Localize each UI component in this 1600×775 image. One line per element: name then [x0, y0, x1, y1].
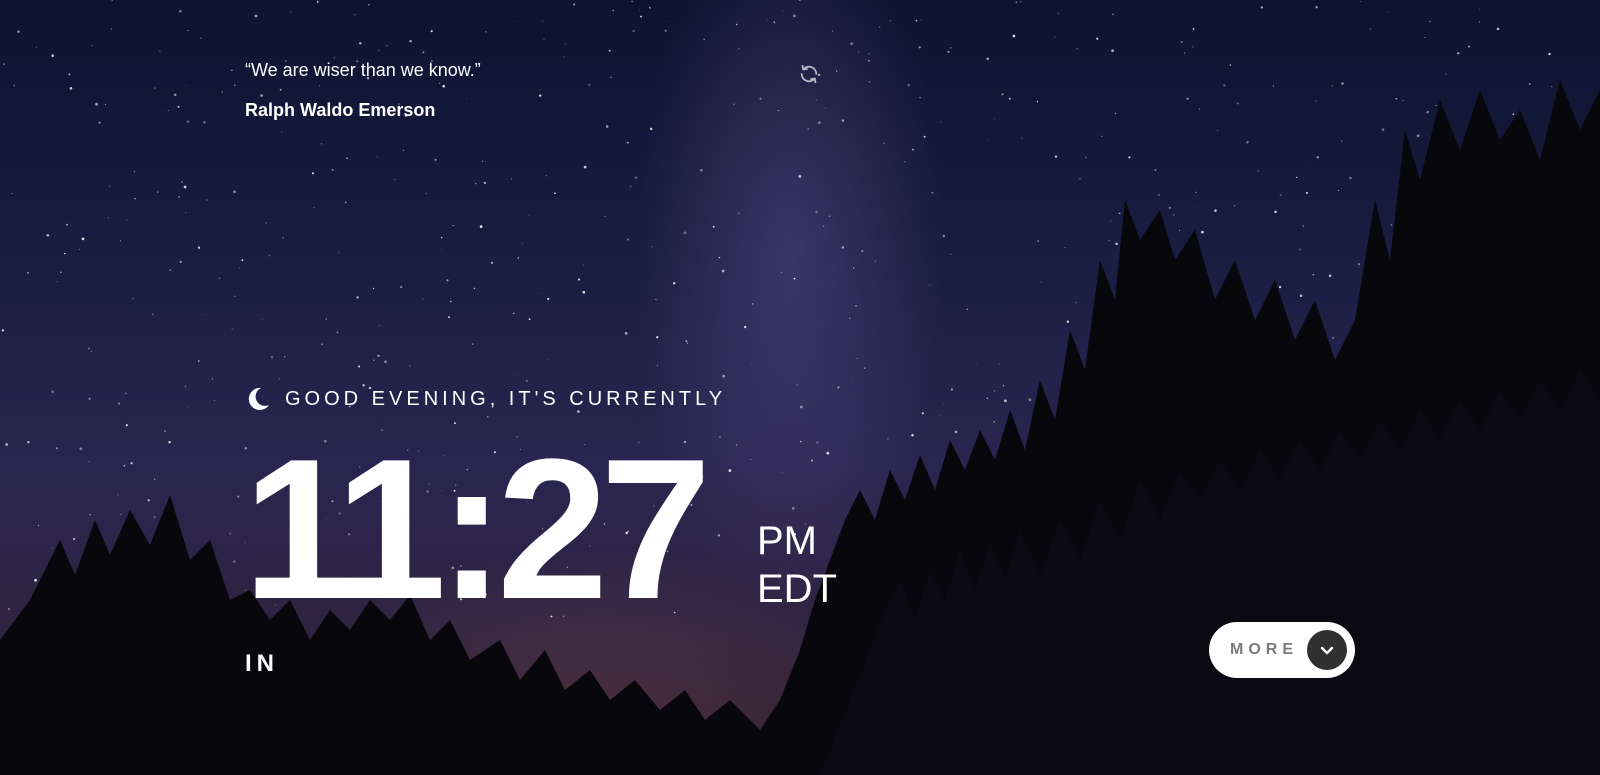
- greeting-text: GOOD EVENING, IT'S CURRENTLY: [285, 388, 727, 410]
- quote-text: “We are wiser than we know.”: [245, 60, 481, 80]
- clock-period: PM: [757, 519, 817, 563]
- location-text: IN: [245, 650, 279, 677]
- greeting: GOOD EVENING, IT'S CURRENTLY: [245, 386, 726, 412]
- quote-block: “We are wiser than we know.” Ralph Waldo…: [245, 58, 845, 122]
- clock-time: 11:27: [243, 418, 711, 641]
- more-button[interactable]: MORE: [1209, 622, 1355, 678]
- chevron-down-icon[interactable]: [1307, 630, 1347, 670]
- clock-timezone: EDT: [757, 567, 837, 611]
- more-button-label: MORE: [1230, 641, 1298, 658]
- refresh-icon[interactable]: [798, 63, 820, 85]
- moon-icon: [248, 387, 269, 410]
- quote-author: Ralph Waldo Emerson: [245, 100, 436, 120]
